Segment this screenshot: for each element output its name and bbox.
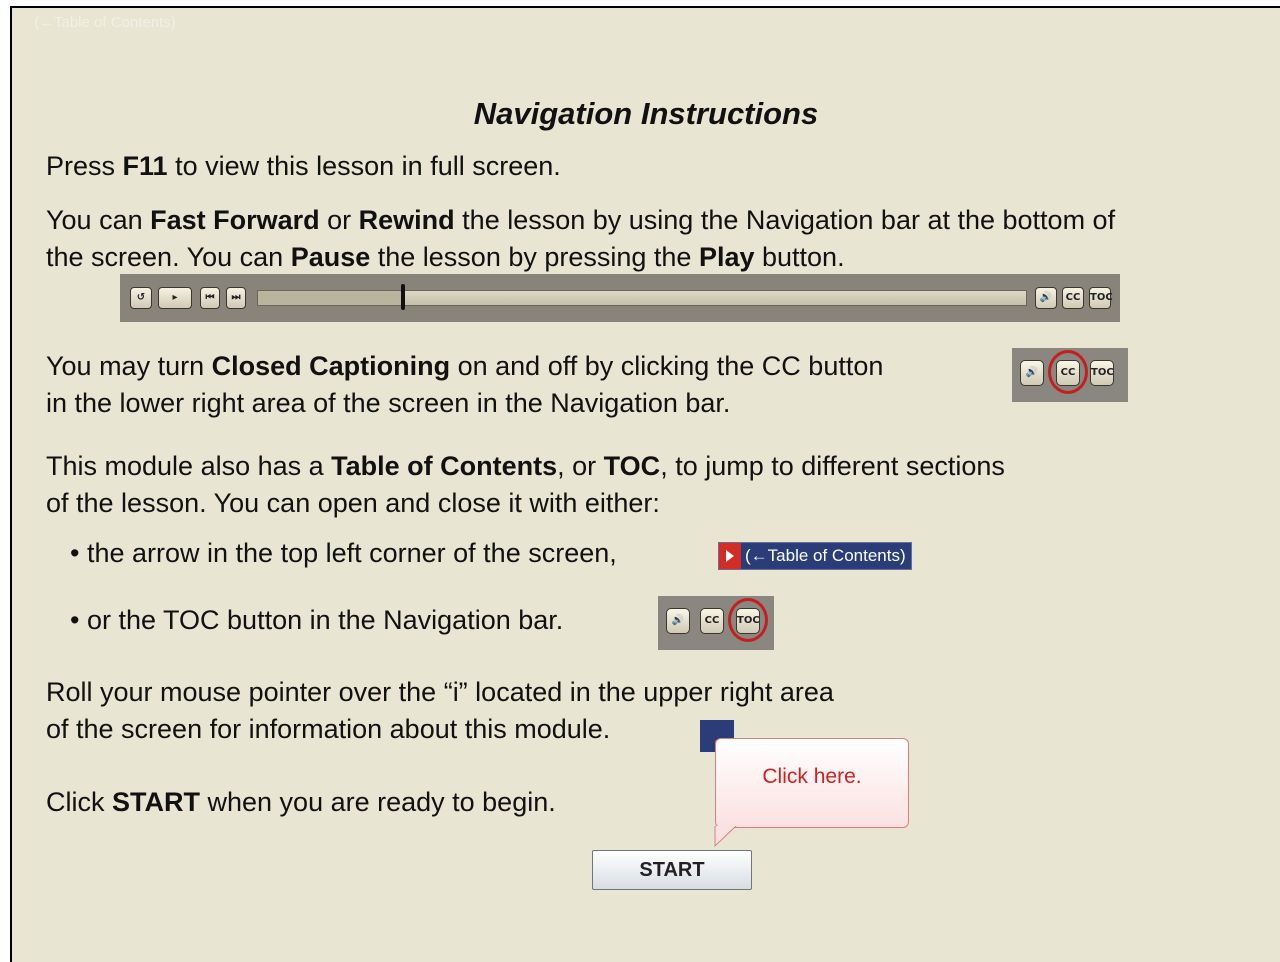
cc-button-example: 🔊 CC TOC [1012,348,1128,402]
toc-icon: TOC [1089,287,1113,309]
callout-tail [714,826,737,848]
audio-icon: 🔊 [1020,360,1044,386]
table-of-contents-link[interactable]: (←Table of Contents) [34,14,176,31]
paragraph-start: Click START when you are ready to begin. [46,787,556,817]
progress-fill [258,291,405,305]
lesson-slide: (←Table of Contents) Navigation Instruct… [10,6,1280,962]
replay-icon: ↺ [130,287,152,309]
cc-icon: CC [1062,287,1084,309]
play-icon: ▸ [158,287,192,309]
paragraph-closed-captioning: You may turn Closed Captioning on and of… [46,351,884,418]
arrow-right-icon [719,543,741,569]
page-title: Navigation Instructions [473,96,819,131]
bullet-toc-button: • or the TOC button in the Navigation ba… [70,605,564,635]
start-button[interactable]: START [592,850,752,890]
next-icon: ⏭ [226,287,246,309]
paragraph-f11: Press F11 to view this lesson in full sc… [46,151,561,181]
paragraph-toc: This module also has a Table of Contents… [46,451,1005,518]
progress-thumb [401,284,406,310]
bullet-arrow: • the arrow in the top left corner of th… [70,538,617,568]
toc-button-example: 🔊 CC TOC [658,596,774,650]
click-here-callout: Click here. [715,738,909,828]
progress-track [257,290,1027,306]
paragraph-fast-forward: You can Fast Forward or Rewind the lesso… [46,205,1116,272]
toc-icon: TOC [1090,360,1114,386]
navigation-bar-example: ↺ ▸ ⏮ ⏭ 🔊 CC TOC [120,274,1120,322]
audio-icon: 🔊 [666,608,690,634]
audio-icon: 🔊 [1035,287,1057,309]
previous-icon: ⏮ [200,287,220,309]
highlight-ring [728,598,768,642]
cc-icon: CC [700,608,724,634]
toc-arrow-example: (←Table of Contents) [718,542,912,570]
highlight-ring [1048,350,1088,394]
